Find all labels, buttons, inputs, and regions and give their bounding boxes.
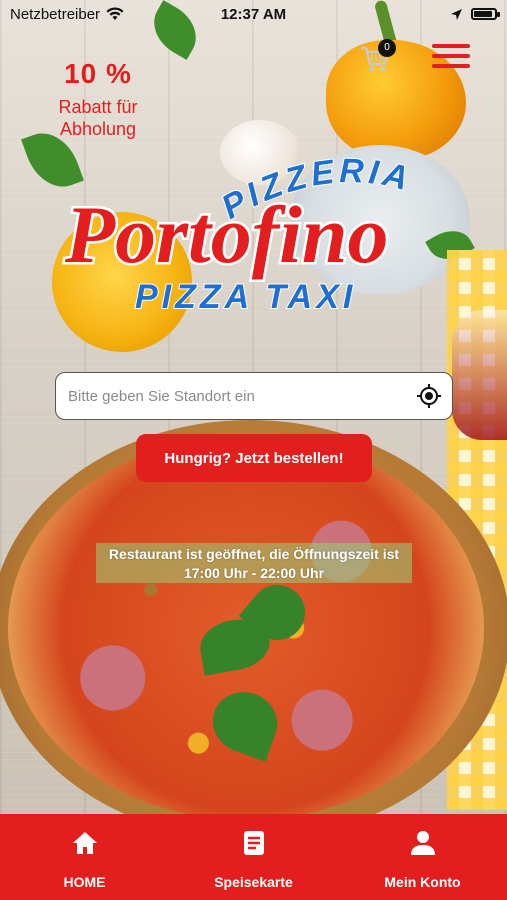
hamburger-menu-button[interactable] (432, 44, 470, 74)
menu-bar-line (432, 44, 470, 48)
location-search-field[interactable] (55, 372, 453, 420)
status-bar-left: Netzbetreiber (10, 6, 124, 23)
home-icon (72, 832, 97, 854)
order-now-button[interactable]: Hungrig? Jetzt bestellen! (136, 434, 372, 482)
location-search-input[interactable] (68, 387, 416, 405)
portofino-logo: PIZZERIA Portofino PIZZA TAXI (62, 151, 413, 317)
nav-item-label: Speisekarte (214, 874, 293, 890)
menu-bar-line (432, 54, 470, 58)
logo-main-text: Portofino (64, 189, 388, 280)
locate-me-icon[interactable] (416, 383, 442, 409)
opening-hours-banner: Restaurant ist geöffnet, die Öffnungszei… (96, 543, 412, 583)
nav-item-home[interactable]: HOME (0, 814, 169, 900)
cart-count-badge: 0 (378, 39, 396, 57)
menu-bar-line (432, 64, 470, 68)
menu-card-icon (243, 831, 264, 855)
status-bar-right (450, 8, 500, 21)
discount-text: Rabatt für Abholung (58, 97, 138, 139)
bottom-navigation: HOME Speisekarte Mein Konto (0, 814, 507, 900)
location-arrow-icon (451, 8, 462, 20)
carrier-name: Netzbetreiber (10, 5, 101, 23)
battery-icon (471, 8, 500, 20)
nav-item-menu[interactable]: Speisekarte (169, 814, 338, 900)
status-bar: Netzbetreiber 12:37 AM (0, 0, 507, 28)
nav-item-label: HOME (63, 874, 106, 890)
pickup-discount: 10 % Rabatt für Abholung (30, 58, 166, 140)
nav-item-account[interactable]: Mein Konto (338, 814, 507, 900)
wifi-icon (106, 7, 124, 20)
logo-bottom-text: PIZZA TAXI (135, 278, 356, 316)
nav-item-label: Mein Konto (384, 874, 461, 890)
user-icon (410, 831, 435, 855)
discount-percent: 10 % (64, 58, 132, 89)
